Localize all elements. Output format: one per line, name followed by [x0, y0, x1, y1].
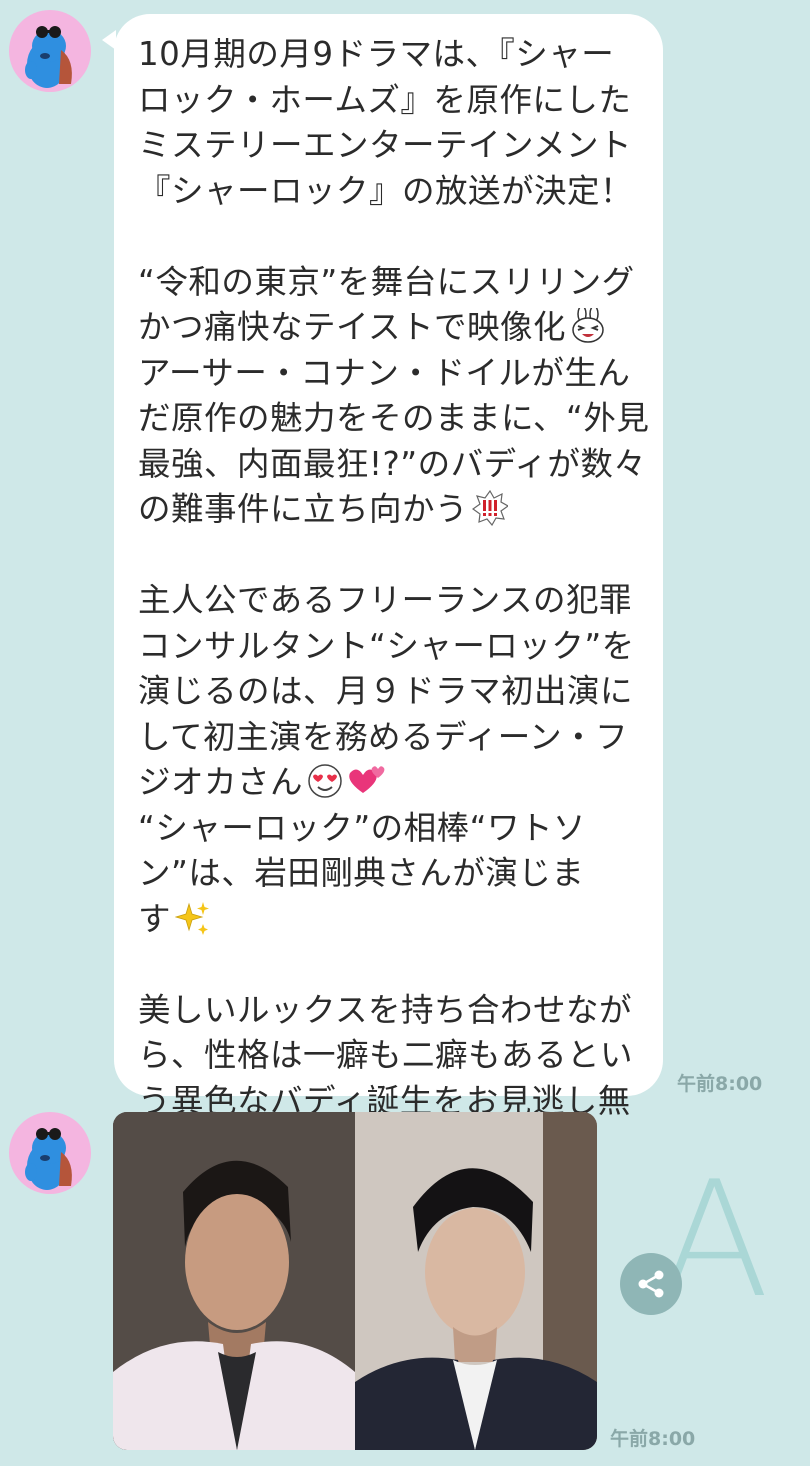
share-button[interactable]	[620, 1253, 682, 1315]
message-line: かつ痛快なテイストで映像化	[138, 308, 567, 346]
message-line: 演じるのは、月９ドラマ初出演に	[138, 672, 634, 710]
message-line-with-emoji: ジオカさん	[138, 760, 641, 806]
message-line: “令和の東京”を舞台にスリリング	[138, 262, 635, 301]
message-line-with-emoji: の難事件に立ち向かう	[138, 487, 641, 533]
message-line-with-emoji: す	[138, 897, 641, 943]
actors-photo	[113, 1112, 597, 1450]
message-line: “シャーロック”の相棒“ワトソ	[138, 808, 587, 847]
message-line-with-emoji: かつ痛快なテイストで映像化	[138, 305, 641, 351]
exclamation-burst-emoji-icon	[472, 490, 509, 526]
mascot-dog-icon	[25, 26, 72, 88]
message-line: ン”は、岩田剛典さんが演じま	[138, 854, 585, 892]
message-line: ロック・ホームズ』を原作にした	[138, 80, 632, 119]
message-timestamp: 午前8:00	[677, 1073, 763, 1095]
message-line: コンサルタント“シャーロック”を	[138, 626, 635, 665]
message-line: の難事件に立ち向かう	[138, 490, 469, 528]
sparkles-emoji-icon	[175, 901, 210, 935]
share-icon	[638, 1270, 664, 1298]
message-line: して初主演を務めるディーン・フ	[138, 717, 629, 756]
message-line: 主人公であるフリーランスの犯罪	[138, 581, 633, 619]
sender-avatar[interactable]	[9, 10, 91, 92]
message-line: 最強、内面最狂!?”のバディが数々	[138, 444, 647, 483]
message-line: す	[138, 899, 172, 938]
message-line: ら、性格は一癖も二癖もあるとい	[138, 1036, 634, 1074]
message-text: 10月期の月9ドラマは、『シャー ロック・ホームズ』を原作にした ミステリーエン…	[138, 32, 650, 1170]
message-line: だ原作の魅力をそのままに、“外見	[138, 399, 650, 437]
message-line: アーサー・コナン・ドイルが生ん	[138, 353, 631, 392]
message-line: 10月期の月9ドラマは、『シャー	[138, 35, 615, 73]
message-line: 『シャーロック』の放送が決定！	[138, 171, 634, 210]
image-message[interactable]	[113, 1112, 597, 1450]
mascot-dog-icon	[25, 1128, 72, 1190]
message-line: 美しいルックスを持ち合わせなが	[138, 990, 633, 1029]
laughing-bunny-emoji-icon	[572, 308, 604, 343]
text-message-bubble[interactable]: 10月期の月9ドラマは、『シャー ロック・ホームズ』を原作にした ミステリーエン…	[114, 14, 663, 1165]
message-line: ジオカさん	[138, 763, 304, 801]
message-line: ミステリーエンターテインメント	[138, 126, 633, 164]
heart-eyes-emoji-icon	[308, 764, 342, 798]
pink-hearts-emoji-icon	[349, 766, 385, 793]
image-timestamp: 午前8:00	[610, 1428, 696, 1450]
sender-avatar[interactable]	[9, 1112, 91, 1194]
